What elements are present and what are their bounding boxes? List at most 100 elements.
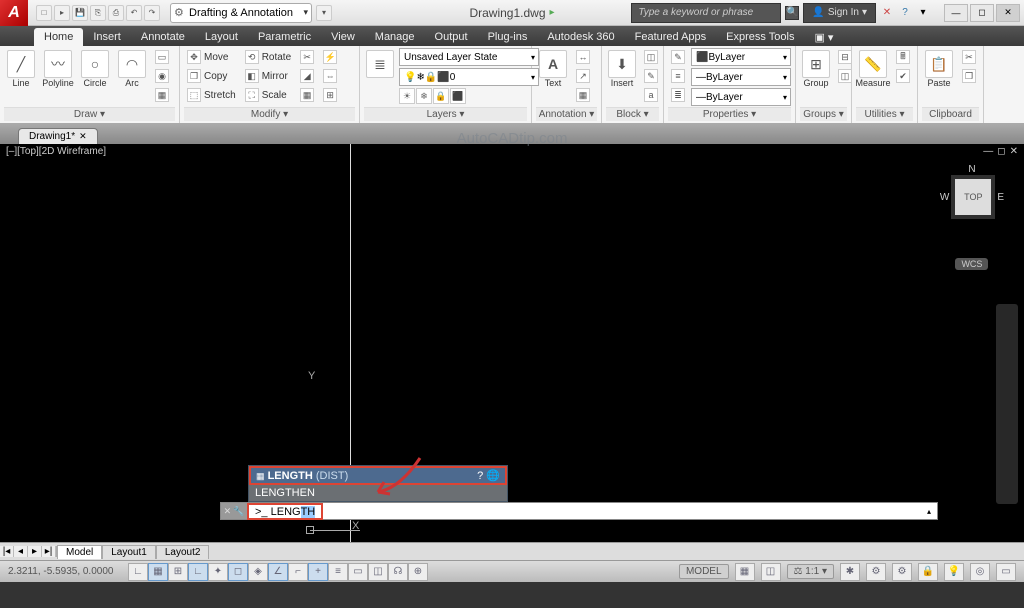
toggle-sc-icon[interactable]: ☊: [388, 563, 408, 581]
command-line-handle[interactable]: ✕🔧: [221, 503, 247, 519]
vp-restore-icon[interactable]: ◻: [997, 146, 1005, 157]
measure-button[interactable]: 📏Measure: [856, 48, 890, 90]
fillet-button[interactable]: ◢: [297, 67, 317, 85]
toggle-otrack-icon[interactable]: ∠: [268, 563, 288, 581]
draw-extra1-icon[interactable]: ▭: [152, 48, 172, 66]
layer-tool1-icon[interactable]: ☀: [399, 88, 415, 104]
modify-a-icon[interactable]: ⚡: [320, 48, 340, 66]
drawing-canvas[interactable]: AutoCADtip.com [–][Top][2D Wireframe] — …: [0, 144, 1024, 542]
circle-button[interactable]: ○Circle: [78, 48, 112, 90]
copy-clip-icon[interactable]: ❐: [959, 67, 979, 85]
minimize-button[interactable]: —: [944, 4, 968, 22]
util-a-icon[interactable]: 🖩: [893, 48, 913, 66]
cut-icon[interactable]: ✂: [959, 48, 979, 66]
status-lock-icon[interactable]: 🔒: [918, 563, 938, 581]
toggle-ducs-icon[interactable]: ⌐: [288, 563, 308, 581]
tab-annotate[interactable]: Annotate: [131, 28, 195, 46]
toggle-tpy-icon[interactable]: ▭: [348, 563, 368, 581]
autocad-logo[interactable]: A: [0, 0, 28, 26]
toggle-polar-icon[interactable]: ✦: [208, 563, 228, 581]
navigation-bar[interactable]: [996, 304, 1018, 504]
command-input[interactable]: >_ LENGTH: [247, 503, 323, 520]
tab-view[interactable]: View: [321, 28, 365, 46]
arc-button[interactable]: ◠Arc: [115, 48, 149, 90]
status-ws-icon[interactable]: ⚙: [892, 563, 912, 581]
search-input[interactable]: Type a keyword or phrase: [631, 3, 781, 23]
move-button[interactable]: ✥Move: [184, 48, 239, 66]
tab-featured[interactable]: Featured Apps: [625, 28, 717, 46]
util-b-icon[interactable]: ✔: [893, 67, 913, 85]
status-anno-vis-icon[interactable]: ✱: [840, 563, 860, 581]
tab-output[interactable]: Output: [425, 28, 478, 46]
command-history-icon[interactable]: ▴: [927, 507, 931, 516]
tab-parametric[interactable]: Parametric: [248, 28, 321, 46]
color-combo[interactable]: ⬛ ByLayer: [691, 48, 791, 66]
layer-properties-button[interactable]: ≣: [364, 48, 396, 80]
paste-button[interactable]: 📋Paste: [922, 48, 956, 90]
signin-button[interactable]: 👤 Sign In ▾: [803, 3, 876, 23]
tab-nav-next-icon[interactable]: ▸: [28, 546, 42, 557]
layout1-tab[interactable]: Layout1: [102, 545, 156, 559]
toggle-infer-icon[interactable]: ∟: [128, 563, 148, 581]
panel-utilities-title[interactable]: Utilities ▾: [856, 107, 913, 121]
rotate-button[interactable]: ⟲Rotate: [242, 48, 294, 66]
tab-plugins[interactable]: Plug-ins: [478, 28, 538, 46]
exchange-icon[interactable]: ✕: [880, 6, 894, 20]
vp-close-icon[interactable]: ✕: [1010, 146, 1018, 157]
viewcube-n[interactable]: N: [940, 164, 1004, 175]
search-go-icon[interactable]: 🔍: [785, 6, 799, 20]
qat-open-icon[interactable]: ▸: [54, 5, 70, 21]
stretch-button[interactable]: ⬚Stretch: [184, 86, 239, 104]
help-icon[interactable]: ?: [898, 6, 912, 20]
suggestion-length[interactable]: ▦ LENGTH (DIST) ? 🌐: [249, 466, 507, 485]
qat-save-icon[interactable]: 💾: [72, 5, 88, 21]
prop-a-icon[interactable]: ≡: [668, 67, 688, 85]
panel-draw-title[interactable]: Draw ▾: [4, 107, 175, 121]
toggle-am-icon[interactable]: ⊕: [408, 563, 428, 581]
vp-minimize-icon[interactable]: —: [983, 146, 993, 157]
layer-state-combo[interactable]: Unsaved Layer State: [399, 48, 539, 66]
group-button[interactable]: ⊞Group: [800, 48, 832, 90]
dim-button[interactable]: ↔: [573, 48, 593, 66]
attr-block-icon[interactable]: a: [641, 86, 661, 104]
polyline-button[interactable]: 〰Polyline: [41, 48, 75, 90]
suggest-help-icon[interactable]: ?: [477, 470, 483, 482]
copy-button[interactable]: ❐Copy: [184, 67, 239, 85]
toggle-lwt-icon[interactable]: ≡: [328, 563, 348, 581]
tab-manage[interactable]: Manage: [365, 28, 425, 46]
qat-dropdown-icon[interactable]: ▾: [316, 5, 332, 21]
viewcube[interactable]: N W TOP E S WCS: [940, 164, 1004, 272]
viewcube-w[interactable]: W: [940, 192, 949, 203]
tab-expresstools[interactable]: Express Tools: [716, 28, 804, 46]
qat-new-icon[interactable]: □: [36, 5, 52, 21]
trim-button[interactable]: ✂: [297, 48, 317, 66]
model-tab[interactable]: Model: [57, 545, 102, 559]
prop-b-icon[interactable]: ≣: [668, 86, 688, 104]
scale-button[interactable]: ⛶Scale: [242, 86, 294, 104]
panel-modify-title[interactable]: Modify ▾: [184, 107, 355, 121]
modify-b-icon[interactable]: ⇔: [320, 67, 340, 85]
layer-tool2-icon[interactable]: ❄: [416, 88, 432, 104]
status-anno-auto-icon[interactable]: ⚙: [866, 563, 886, 581]
viewcube-face[interactable]: TOP: [955, 179, 991, 215]
text-button[interactable]: AText: [536, 48, 570, 90]
layer-tool4-icon[interactable]: ⬛: [450, 88, 466, 104]
viewcube-e[interactable]: E: [997, 192, 1004, 203]
toggle-osnap-icon[interactable]: ◻: [228, 563, 248, 581]
tab-nav-prev-icon[interactable]: ◂: [14, 546, 28, 557]
status-clean-icon[interactable]: ▭: [996, 563, 1016, 581]
lineweight-combo[interactable]: — ByLayer: [691, 88, 791, 106]
anno-scale-button[interactable]: ⚖ 1:1 ▾: [787, 564, 834, 579]
draw-extra3-icon[interactable]: ▦: [152, 86, 172, 104]
panel-block-title[interactable]: Block ▾: [606, 107, 659, 121]
panel-clipboard-title[interactable]: Clipboard: [922, 107, 979, 121]
workspace-selector[interactable]: Drafting & Annotation: [170, 3, 312, 23]
status-isolate-icon[interactable]: ◎: [970, 563, 990, 581]
suggestion-lengthen[interactable]: LENGTHEN: [249, 485, 507, 501]
toggle-3dosnap-icon[interactable]: ◈: [248, 563, 268, 581]
toggle-grid-icon[interactable]: ⊞: [168, 563, 188, 581]
panel-groups-title[interactable]: Groups ▾: [800, 107, 847, 121]
wcs-badge[interactable]: WCS: [955, 258, 988, 270]
layer-current-combo[interactable]: 💡❄🔒⬛ 0: [399, 68, 539, 86]
tab-autodesk360[interactable]: Autodesk 360: [537, 28, 624, 46]
